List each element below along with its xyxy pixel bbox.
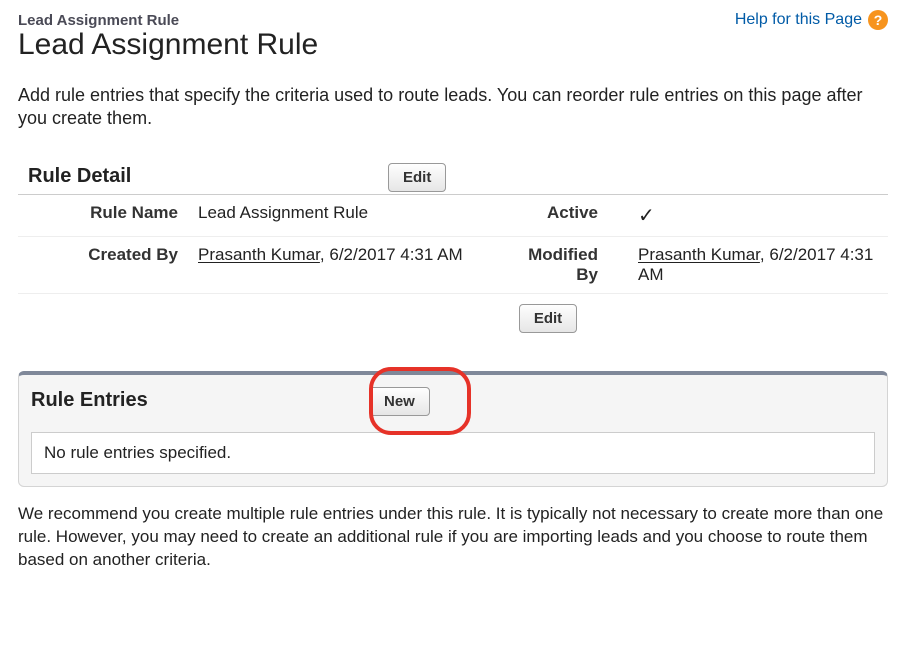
checkmark-icon: ✓ <box>638 205 655 227</box>
edit-button-bottom[interactable]: Edit <box>519 304 577 333</box>
rule-detail-section: Rule Detail Edit Rule Name Lead Assignme… <box>18 161 888 351</box>
intro-text: Add rule entries that specify the criter… <box>18 84 888 131</box>
empty-entries-message: No rule entries specified. <box>31 432 875 474</box>
entries-header: Rule Entries New <box>19 375 887 418</box>
breadcrumb: Lead Assignment Rule <box>18 12 179 29</box>
help-icon: ? <box>868 10 888 30</box>
modified-by-user-link[interactable]: Prasanth Kumar <box>638 245 760 264</box>
new-button[interactable]: New <box>369 387 430 416</box>
button-row-bottom: Edit <box>18 294 888 351</box>
edit-button-top[interactable]: Edit <box>388 163 446 192</box>
table-row: Rule Name Lead Assignment Rule Active ✓ <box>18 195 888 237</box>
help-link[interactable]: Help for this Page ? <box>735 10 888 30</box>
table-row: Created By Prasanth Kumar, 6/2/2017 4:31… <box>18 236 888 293</box>
recommendation-text: We recommend you create multiple rule en… <box>18 503 888 572</box>
detail-table: Rule Name Lead Assignment Rule Active ✓ … <box>18 195 888 294</box>
rule-name-label: Rule Name <box>18 195 188 237</box>
rule-entries-panel: Rule Entries New No rule entries specifi… <box>18 371 888 487</box>
created-by-user-link[interactable]: Prasanth Kumar <box>198 245 320 264</box>
rule-detail-title: Rule Detail <box>18 161 388 194</box>
active-label: Active <box>498 195 628 237</box>
help-link-text: Help for this Page <box>735 11 862 29</box>
modified-by-value: Prasanth Kumar, 6/2/2017 4:31 AM <box>628 236 888 293</box>
rule-name-value: Lead Assignment Rule <box>188 195 498 237</box>
page-title: Lead Assignment Rule <box>18 28 888 62</box>
created-by-value: Prasanth Kumar, 6/2/2017 4:31 AM <box>188 236 498 293</box>
header-row: Lead Assignment Rule Help for this Page … <box>18 10 888 30</box>
modified-by-label: Modified By <box>498 236 628 293</box>
active-value: ✓ <box>628 195 888 237</box>
detail-header: Rule Detail Edit <box>18 161 888 195</box>
rule-entries-title: Rule Entries <box>29 385 369 418</box>
created-by-label: Created By <box>18 236 188 293</box>
created-by-time: 6/2/2017 4:31 AM <box>329 245 462 264</box>
